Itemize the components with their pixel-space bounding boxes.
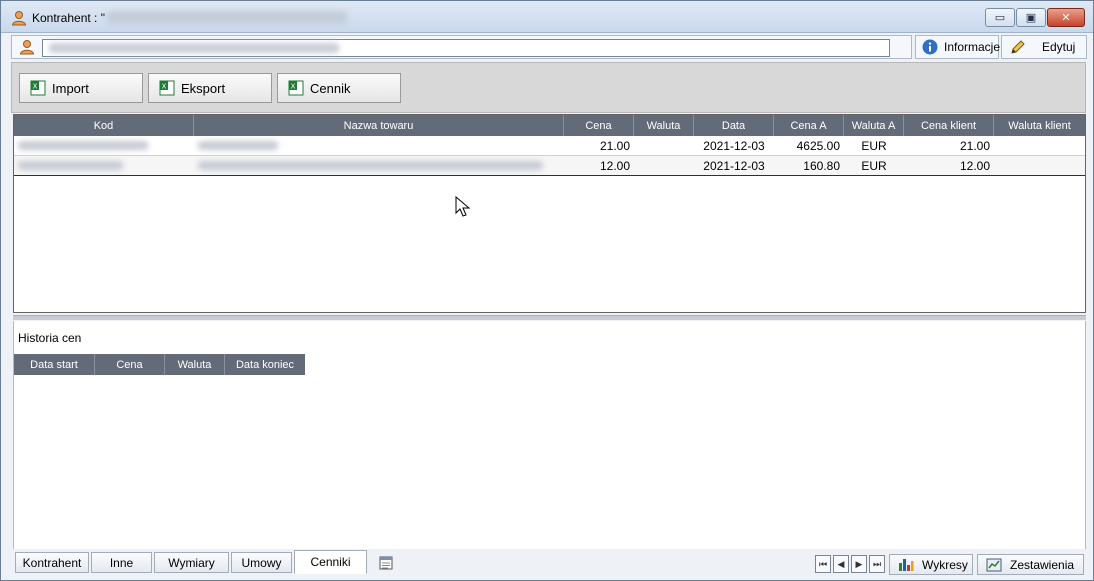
- redacted-name-text: [49, 43, 339, 53]
- info-icon: [922, 39, 938, 55]
- tab-umowy[interactable]: Umowy: [231, 552, 292, 573]
- toolbar: X Import X Eksport X Cennik: [11, 62, 1086, 113]
- grid-header: Kod Nazwa towaru Cena Waluta Data Cena A…: [14, 115, 1085, 136]
- header-row: Informacje Edytuj: [11, 34, 1087, 60]
- excel-icon: X: [288, 80, 304, 96]
- minimize-button[interactable]: ▭: [985, 8, 1015, 27]
- svg-text:X: X: [162, 83, 167, 91]
- column-header-data[interactable]: Data: [694, 115, 774, 136]
- history-label: Historia cen: [18, 331, 82, 345]
- bottom-bar: Kontrahent Inne Wymiary Umowy Cenniki ⏮ …: [11, 550, 1087, 576]
- wykresy-label: Wykresy: [922, 557, 968, 572]
- informacje-label: Informacje: [944, 40, 1001, 54]
- column-header-cena[interactable]: Cena: [95, 354, 165, 375]
- column-header-waluta-klient[interactable]: Waluta klient: [994, 115, 1085, 136]
- tab-inne[interactable]: Inne: [91, 552, 152, 573]
- cell-data: 2021-12-03: [703, 158, 765, 173]
- redacted-text: [198, 141, 278, 150]
- window-controls: ▭ ▣ ✕: [985, 8, 1085, 27]
- close-button[interactable]: ✕: [1047, 8, 1085, 27]
- cell-waluta-klient: [994, 156, 1085, 175]
- cell-cena: 12.00: [599, 158, 630, 173]
- maximize-button[interactable]: ▣: [1016, 8, 1046, 27]
- eksport-label: Eksport: [181, 80, 226, 96]
- cell-waluta-a: EUR: [861, 158, 887, 173]
- tab-cenniki[interactable]: Cenniki: [294, 550, 367, 574]
- cell-cena-a: 160.80: [803, 158, 840, 173]
- excel-icon: X: [159, 80, 175, 96]
- zestawienia-label: Zestawienia: [1010, 557, 1075, 572]
- cell-kod: [14, 136, 194, 155]
- contractor-name-box: [11, 35, 912, 59]
- cell-cena-klient: 21.00: [959, 138, 990, 153]
- notepad-icon[interactable]: [379, 556, 393, 570]
- contact-person-icon: [19, 39, 35, 55]
- column-header-cena-klient[interactable]: Cena klient: [904, 115, 994, 136]
- column-header-data-start[interactable]: Data start: [14, 354, 95, 375]
- last-record-button[interactable]: ⏭: [869, 555, 885, 573]
- import-label: Import: [52, 80, 89, 96]
- contractor-name-field[interactable]: [42, 39, 890, 57]
- redacted-text: [18, 161, 123, 170]
- title-redacted-name: [107, 11, 347, 24]
- cell-waluta: [634, 136, 694, 155]
- svg-text:X: X: [291, 83, 296, 91]
- previous-record-button[interactable]: ◀: [833, 555, 849, 573]
- column-header-data-koniec[interactable]: Data koniec: [225, 354, 305, 375]
- column-header-nazwa-towaru[interactable]: Nazwa towaru: [194, 115, 564, 136]
- splitter-handle[interactable]: [13, 315, 1086, 320]
- column-header-waluta[interactable]: Waluta: [634, 115, 694, 136]
- mouse-cursor-icon: [455, 195, 471, 218]
- tab-kontrahent[interactable]: Kontrahent: [15, 552, 89, 573]
- contact-person-icon: [11, 10, 27, 26]
- cell-nazwa-towaru: [194, 156, 564, 175]
- redacted-text: [198, 161, 543, 170]
- cell-cena-a: 4625.00: [796, 138, 840, 153]
- cennik-label: Cennik: [310, 80, 351, 96]
- history-grid-header: Data start Cena Waluta Data koniec: [14, 354, 305, 375]
- pencil-icon: [1010, 39, 1026, 55]
- cell-cena-klient: 12.00: [959, 158, 990, 173]
- tab-wymiary[interactable]: Wymiary: [154, 552, 229, 573]
- redacted-text: [18, 141, 148, 150]
- column-header-kod[interactable]: Kod: [14, 115, 194, 136]
- wykresy-button[interactable]: Wykresy: [889, 554, 973, 575]
- column-header-cena[interactable]: Cena: [564, 115, 634, 136]
- column-header-waluta[interactable]: Waluta: [165, 354, 225, 375]
- next-record-button[interactable]: ▶: [851, 555, 867, 573]
- informacje-button[interactable]: Informacje: [915, 35, 1001, 59]
- price-list-grid[interactable]: Kod Nazwa towaru Cena Waluta Data Cena A…: [13, 114, 1086, 313]
- cell-waluta-a: EUR: [861, 138, 887, 153]
- edytuj-button[interactable]: Edytuj: [1001, 35, 1087, 59]
- window-title: Kontrahent : ": [32, 11, 105, 25]
- table-row[interactable]: 12.00 2021-12-03 160.80 EUR 12.00: [14, 156, 1085, 176]
- cell-kod: [14, 156, 194, 175]
- zestawienia-button[interactable]: Zestawienia: [977, 554, 1084, 575]
- contractor-window: Kontrahent : " ▭ ▣ ✕ Informacje Edytuj X…: [0, 0, 1094, 581]
- bar-chart-icon: [898, 558, 914, 572]
- title-bar[interactable]: Kontrahent : " ▭ ▣ ✕: [1, 1, 1093, 33]
- cell-data: 2021-12-03: [703, 138, 765, 153]
- eksport-button[interactable]: X Eksport: [148, 73, 272, 103]
- excel-icon: X: [30, 80, 46, 96]
- cennik-button[interactable]: X Cennik: [277, 73, 401, 103]
- cell-cena: 21.00: [599, 138, 630, 153]
- column-header-waluta-a[interactable]: Waluta A: [844, 115, 904, 136]
- report-icon: [986, 558, 1002, 572]
- svg-text:X: X: [33, 83, 38, 91]
- cell-waluta-klient: [994, 136, 1085, 155]
- first-record-button[interactable]: ⏮: [815, 555, 831, 573]
- cell-waluta: [634, 156, 694, 175]
- table-row[interactable]: 21.00 2021-12-03 4625.00 EUR 21.00: [14, 136, 1085, 156]
- import-button[interactable]: X Import: [19, 73, 143, 103]
- edytuj-label: Edytuj: [1042, 40, 1076, 54]
- column-header-cena-a[interactable]: Cena A: [774, 115, 844, 136]
- cell-nazwa-towaru: [194, 136, 564, 155]
